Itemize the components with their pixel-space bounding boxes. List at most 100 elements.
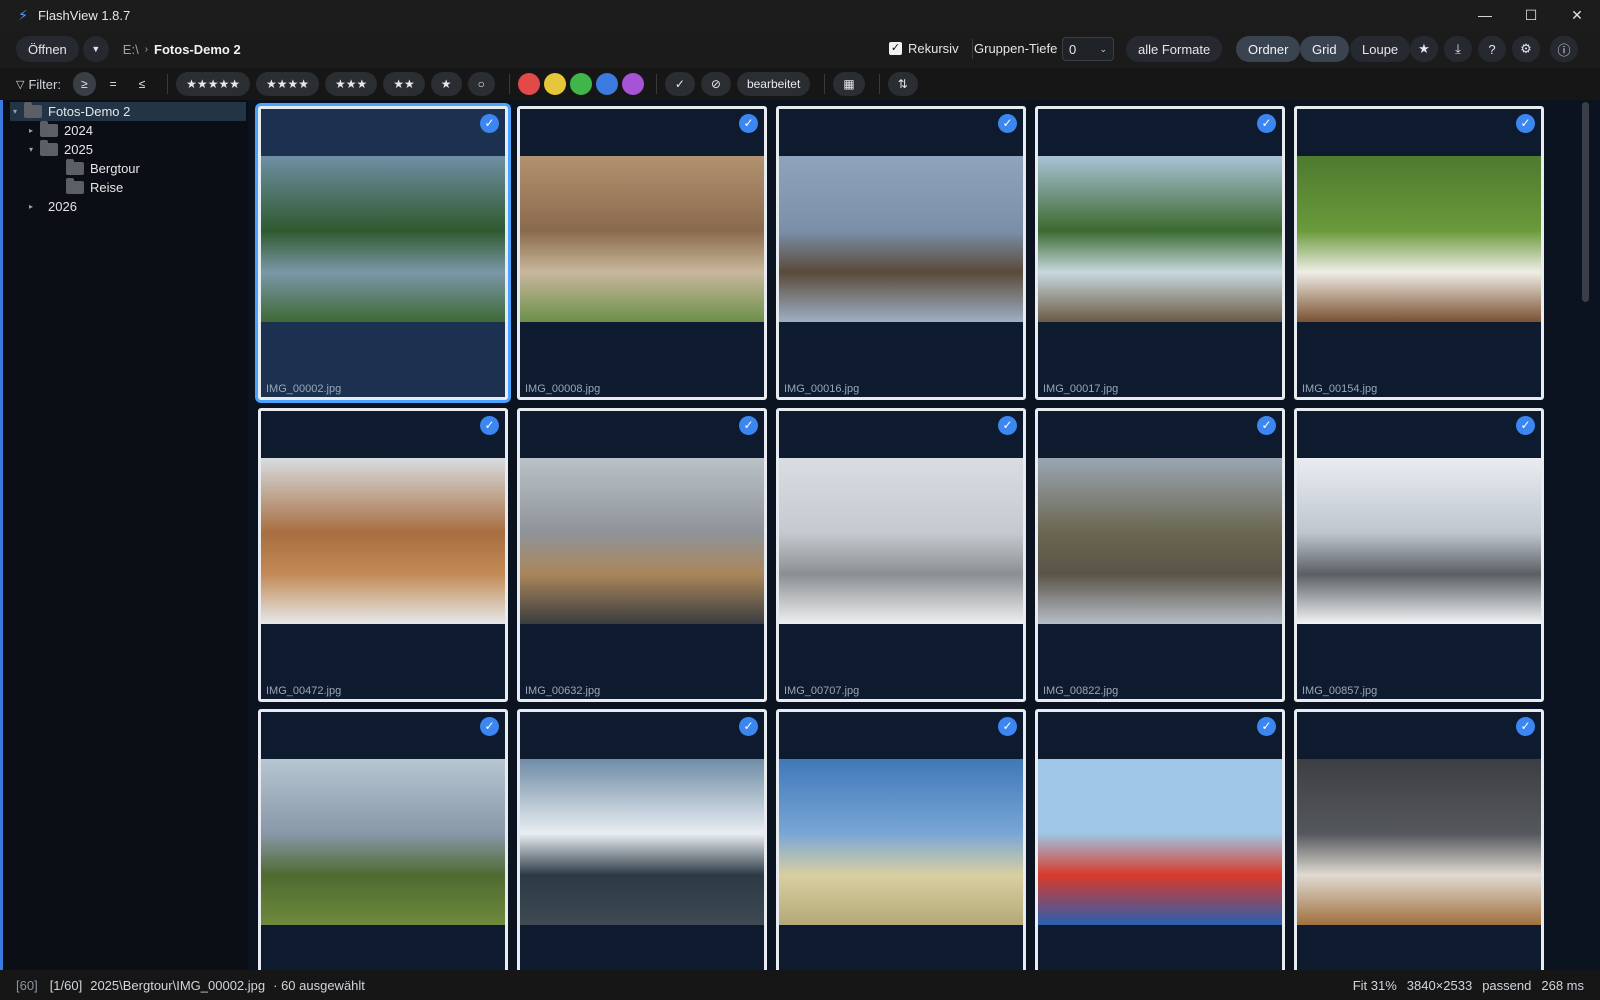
thumbnail-card[interactable]: ✓ IMG_00016.jpg [776, 106, 1026, 400]
checkmark-badge-icon[interactable]: ✓ [739, 717, 758, 736]
color-filter-dot[interactable] [621, 73, 644, 95]
status-fit: Fit 31% [1352, 977, 1397, 993]
color-filter-dot[interactable] [517, 73, 540, 95]
edited-filter-button[interactable]: bearbeitet [736, 72, 811, 96]
breadcrumb-folder[interactable]: Fotos-Demo 2 [154, 42, 241, 57]
view-loupe-button[interactable]: Loupe [1350, 36, 1411, 62]
checkmark-badge-icon[interactable]: ✓ [1257, 717, 1276, 736]
thumbnail-image[interactable] [1038, 458, 1282, 624]
folder-icon [66, 178, 84, 194]
thumbnail-image[interactable] [779, 458, 1023, 624]
thumbnail-card[interactable]: ✓ [517, 709, 767, 970]
gear-icon[interactable]: ⚙ [1512, 36, 1540, 62]
tree-item-2026[interactable]: ▸ 2026 [26, 197, 77, 216]
checkmark-badge-icon[interactable]: ✓ [480, 717, 499, 736]
color-filter-group [517, 73, 648, 95]
thumbnail-card[interactable]: ✓ IMG_00857.jpg [1294, 408, 1544, 702]
thumbnail-card[interactable]: ✓ [258, 709, 508, 970]
checkmark-badge-icon[interactable]: ✓ [998, 717, 1017, 736]
thumbnail-image[interactable] [261, 759, 505, 925]
checkmark-badge-icon[interactable]: ✓ [1257, 416, 1276, 435]
checkmark-badge-icon[interactable]: ✓ [739, 114, 758, 133]
maximize-icon[interactable]: ☐ [1508, 0, 1554, 30]
checkmark-badge-icon[interactable]: ✓ [1516, 717, 1535, 736]
thumbnail-card[interactable]: ✓ IMG_00017.jpg [1035, 106, 1285, 400]
operator-lte[interactable]: ≤ [131, 72, 154, 96]
thumbnail-image[interactable] [1297, 458, 1541, 624]
thumbnail-card[interactable]: ✓ [1035, 709, 1285, 970]
sort-icon[interactable]: ⇅ [887, 72, 918, 96]
status-count: [60] [16, 977, 38, 993]
reject-icon[interactable]: ⊘ [700, 72, 731, 96]
view-folder-button[interactable]: Ordner [1236, 36, 1301, 62]
checkmark-badge-icon[interactable]: ✓ [1257, 114, 1276, 133]
thumbnail-image[interactable] [261, 156, 505, 322]
expanded-arrow-icon[interactable]: ▾ [10, 107, 20, 116]
scrollbar-thumb[interactable] [1582, 102, 1589, 302]
download-icon[interactable]: ⤓ [1444, 36, 1472, 62]
info-panel-icon[interactable]: ⓘ [1550, 36, 1578, 62]
operator-gte[interactable]: ≥ [72, 72, 96, 96]
thumbnail-image[interactable] [1297, 759, 1541, 925]
thumbnail-card[interactable]: ✓ IMG_00822.jpg [1035, 408, 1285, 702]
tree-item-2024[interactable]: ▸ 2024 [26, 121, 93, 140]
thumbnail-image[interactable] [261, 458, 505, 624]
thumbnail-image[interactable] [520, 759, 764, 925]
tree-item-root[interactable]: ▾ Fotos-Demo 2 [10, 102, 246, 121]
collapsed-arrow-icon[interactable]: ▸ [26, 202, 36, 211]
filter-3-stars[interactable]: ★★★ [325, 72, 378, 96]
filter-2-stars[interactable]: ★★ [383, 72, 425, 96]
tree-item-reise[interactable]: Reise [52, 178, 123, 197]
thumbnail-card[interactable]: ✓ IMG_00472.jpg [258, 408, 508, 702]
recursive-toggle[interactable]: ✓ Rekursiv [889, 41, 959, 56]
color-filter-dot[interactable] [543, 73, 566, 95]
tree-item-label: 2024 [64, 123, 93, 138]
thumbnail-image[interactable] [520, 156, 764, 322]
checkmark-badge-icon[interactable]: ✓ [1516, 416, 1535, 435]
thumbnail-image[interactable] [1038, 759, 1282, 925]
thumbnail-card[interactable]: ✓ [1294, 709, 1544, 970]
expanded-arrow-icon[interactable]: ▾ [26, 145, 36, 154]
group-depth-select[interactable]: 0 ⌄ [1062, 37, 1114, 61]
thumbnail-card[interactable]: ✓ IMG_00154.jpg [1294, 106, 1544, 400]
filter-1-star[interactable]: ★ [430, 72, 462, 96]
checkmark-badge-icon[interactable]: ✓ [739, 416, 758, 435]
star-icon[interactable]: ★ [1410, 36, 1438, 62]
thumbnail-image[interactable] [520, 458, 764, 624]
thumbnail-image[interactable] [1297, 156, 1541, 322]
tree-item-bergtour[interactable]: Bergtour [52, 159, 140, 178]
checkbox-checked-icon[interactable]: ✓ [889, 42, 902, 55]
checkmark-badge-icon[interactable]: ✓ [1516, 114, 1535, 133]
checkmark-badge-icon[interactable]: ✓ [480, 114, 499, 133]
thumbnail-image[interactable] [1038, 156, 1282, 322]
window-controls: — ☐ ✕ [1462, 0, 1600, 30]
thumbnail-card[interactable]: ✓ IMG_00707.jpg [776, 408, 1026, 702]
filter-4-stars[interactable]: ★★★★ [255, 72, 319, 96]
checkmark-icon[interactable]: ✓ [664, 72, 695, 96]
checkmark-badge-icon[interactable]: ✓ [998, 416, 1017, 435]
color-filter-dot[interactable] [595, 73, 618, 95]
checkmark-badge-icon[interactable]: ✓ [480, 416, 499, 435]
checkmark-badge-icon[interactable]: ✓ [998, 114, 1017, 133]
thumbnail-card[interactable]: ✓ IMG_00632.jpg [517, 408, 767, 702]
view-grid-button[interactable]: Grid [1300, 36, 1349, 62]
operator-eq[interactable]: = [102, 72, 125, 96]
thumbnail-card[interactable]: ✓ IMG_00002.jpg [258, 106, 508, 400]
thumbnail-image[interactable] [779, 759, 1023, 925]
thumbnail-card[interactable]: ✓ IMG_00008.jpg [517, 106, 767, 400]
thumbnail-card[interactable]: ✓ [776, 709, 1026, 970]
calendar-icon[interactable]: ▦ [833, 72, 865, 96]
thumbnail-image[interactable] [779, 156, 1023, 322]
open-dropdown-button[interactable]: ▼ [82, 36, 109, 62]
open-button[interactable]: Öffnen [16, 36, 79, 62]
close-icon[interactable]: ✕ [1554, 0, 1600, 30]
minimize-icon[interactable]: — [1462, 0, 1508, 30]
formats-button[interactable]: alle Formate [1126, 36, 1223, 62]
color-filter-dot[interactable] [569, 73, 592, 95]
help-icon[interactable]: ? [1478, 36, 1506, 62]
breadcrumb-drive[interactable]: E:\ [123, 42, 139, 57]
filter-5-stars[interactable]: ★★★★★ [176, 72, 250, 96]
tree-item-2025[interactable]: ▾ 2025 [26, 140, 93, 159]
collapsed-arrow-icon[interactable]: ▸ [26, 126, 36, 135]
filter-no-stars[interactable]: ○ [467, 72, 495, 96]
